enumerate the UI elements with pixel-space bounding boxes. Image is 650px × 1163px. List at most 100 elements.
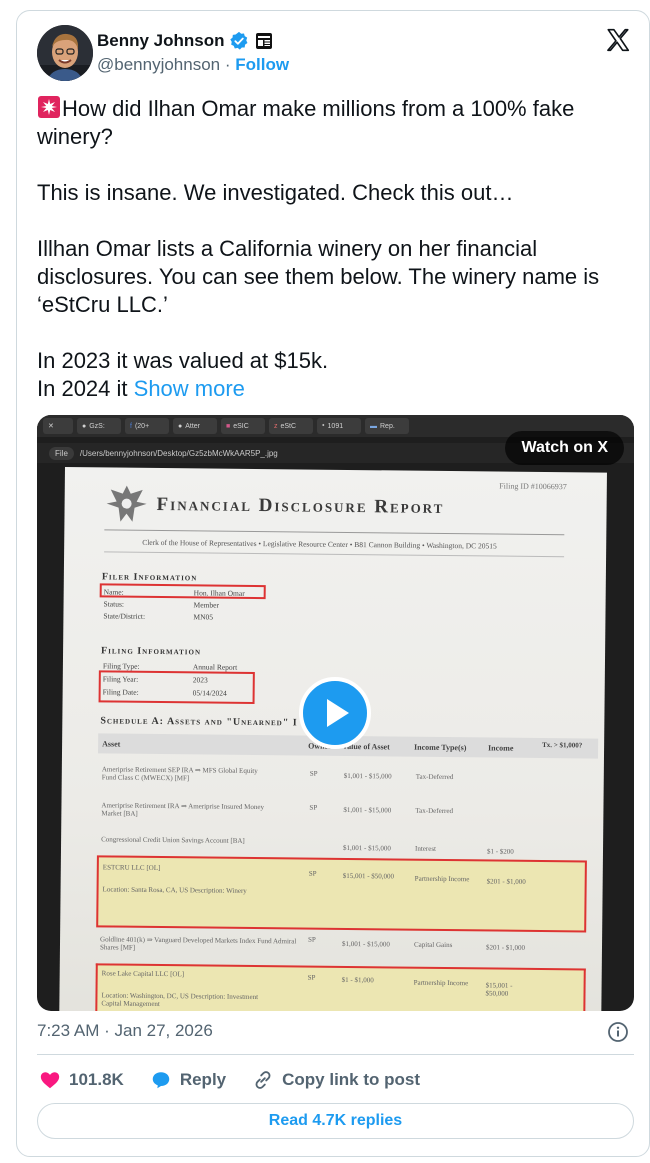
like-button[interactable]: 101.8K [39,1069,124,1091]
action-bar: 101.8K Reply Copy link to post [39,1069,420,1091]
divider [37,1054,634,1055]
tweet-card: Benny Johnson @bennyjohnson · Follow How… [16,10,650,1157]
show-more-link[interactable]: Show more [134,376,245,401]
browser-tab: ▬ Rep. [365,418,409,434]
table-row-type: Interest [414,844,437,853]
meta-separator: · [99,1021,115,1040]
table-row-value: $1,001 - $15,000 [341,939,390,949]
table-row-owner: SP [308,869,317,878]
rotating-light-icon [38,96,60,118]
name-highlight-box [99,583,266,600]
facebook-icon: f [130,422,132,430]
github-icon: ● [82,422,87,430]
schedule-heading: Schedule A: Assets and "Unearned" I [100,715,298,729]
filer-value: Member [193,600,220,610]
copy-link-label: Copy link to post [282,1070,421,1089]
tweet-date[interactable]: Jan 27, 2026 [114,1021,212,1040]
filer-key: Status: [103,599,125,609]
filer-value: MN05 [193,612,214,622]
avatar[interactable] [37,25,93,81]
clerk-line: Clerk of the House of Representatives • … [142,537,497,551]
table-row-asset: Ameriprise Retirement SEP IRA ⇒ MFS Glob… [101,765,258,783]
table-row-type: Partnership Income [413,978,469,988]
map-pin-icon: ⬩ [322,422,325,429]
follow-button[interactable]: Follow [235,55,289,74]
instagram-icon: ■ [226,422,231,430]
watch-on-x-button[interactable]: Watch on X [505,431,624,465]
header-rule-2 [104,551,565,558]
tweet-paragraph-4b: In 2024 it [37,376,134,401]
table-row-value: $1,001 - $15,000 [343,805,392,815]
table-row-value: $15,001 - $50,000 [342,871,395,881]
table-row-type: Tax-Deferred [415,772,454,782]
author-handle[interactable]: @bennyjohnson [97,55,220,74]
table-row-type: Tax-Deferred [415,806,454,816]
table-row-income: $1 - $200 [486,847,514,856]
column-header: Tx. > $1,000? [542,741,583,750]
house-seal-eagle-icon [106,485,147,522]
tweet-line-1: How did Ilhan Omar make millions from a … [37,96,581,149]
reply-bubble-icon [152,1072,170,1089]
tweet-text: How did Ilhan Omar make millions from a … [37,95,637,403]
table-row-owner: SP [309,803,318,812]
filer-heading: Filer Information [101,571,198,584]
table-row-income: $201 - $1,000 [485,943,526,952]
table-row-owner: SP [309,769,318,778]
play-button[interactable] [299,677,371,749]
browser-tab: z eStC [269,418,313,434]
info-icon[interactable] [607,1021,629,1043]
column-header: Asset [102,739,121,749]
heart-icon [40,1072,60,1089]
table-row-sub: Location: Washington, DC, US Description… [101,991,259,1009]
header-rule [104,529,565,536]
verified-badge-icon [229,31,247,50]
close-icon: z [274,422,278,430]
filing-id: Filing ID #10066937 [499,481,567,492]
table-row-income: $15,001 - $50,000 [485,981,513,998]
author-handle-row: @bennyjohnson · Follow [97,55,289,75]
table-row-income: $201 - $1,000 [486,877,526,886]
table-row-value: $1,001 - $15,000 [342,843,391,853]
doc-icon: ▬ [370,422,377,430]
link-icon [255,1071,271,1089]
like-count: 101.8K [69,1070,124,1089]
filing-key: Filing Type: [102,661,140,671]
table-row-type: Capital Gains [413,940,453,950]
reply-label: Reply [179,1070,227,1089]
url-text: /Users/bennyjohnson/Desktop/Gz5zbMcWkAAR… [79,448,278,458]
filer-key: State/District: [103,611,146,621]
table-row-owner: SP [308,935,316,944]
reply-button[interactable]: Reply [150,1069,226,1091]
tweet-paragraph-3: Illhan Omar lists a California winery on… [37,236,606,317]
filing-value: Annual Report [192,662,238,672]
x-logo-icon[interactable] [605,27,631,53]
table-row-value: $1,001 - $15,000 [343,771,392,781]
copy-link-button[interactable]: Copy link to post [252,1069,420,1091]
table-row-value: $1 - $1,000 [341,975,374,985]
table-row-sub: Location: Santa Rosa, CA, US Description… [102,885,247,895]
browser-tab: ● Atter [173,418,217,434]
browser-close-tab: ✕ [43,418,73,434]
table-row-asset: Ameriprise Retirement IRA ⇒ Ameriprise I… [101,801,265,818]
table-row-asset: Congressional Credit Union Savings Accou… [101,835,245,845]
affiliation-badge-icon[interactable] [255,32,273,50]
tweet-paragraph-4a: In 2023 it was valued at $15k. [37,348,329,373]
filing-highlight-box [98,670,255,704]
table-row-asset: Goldline 401(k) ⇒ Vanguard Developed Mar… [99,935,297,952]
read-replies-button[interactable]: Read 4.7K replies [37,1103,634,1139]
report-title: Financial Disclosure Report [156,493,445,518]
author-display-name[interactable]: Benny Johnson [97,31,225,51]
filing-heading: Filing Information [101,645,202,658]
browser-tab: f (20+ [125,418,169,434]
column-header: Income [488,743,514,753]
tweet-timestamp[interactable]: 7:23 AM · Jan 27, 2026 [37,1021,213,1041]
play-icon [327,699,349,727]
globe-icon: ● [178,422,183,430]
author-name-row: Benny Johnson [97,31,273,51]
browser-tab: ⬩ 1091 [317,418,361,434]
browser-tab: ● GzS: [77,418,121,434]
video-media[interactable]: ✕ ● GzS: f (20+ ● Atter ■ eSIC z eStC ⬩ 1091 ▬… [37,415,634,1011]
tweet-paragraph-2: This is insane. We investigated. Check t… [37,180,514,205]
table-row-owner: SP [307,973,316,982]
tweet-time[interactable]: 7:23 AM [37,1021,99,1040]
